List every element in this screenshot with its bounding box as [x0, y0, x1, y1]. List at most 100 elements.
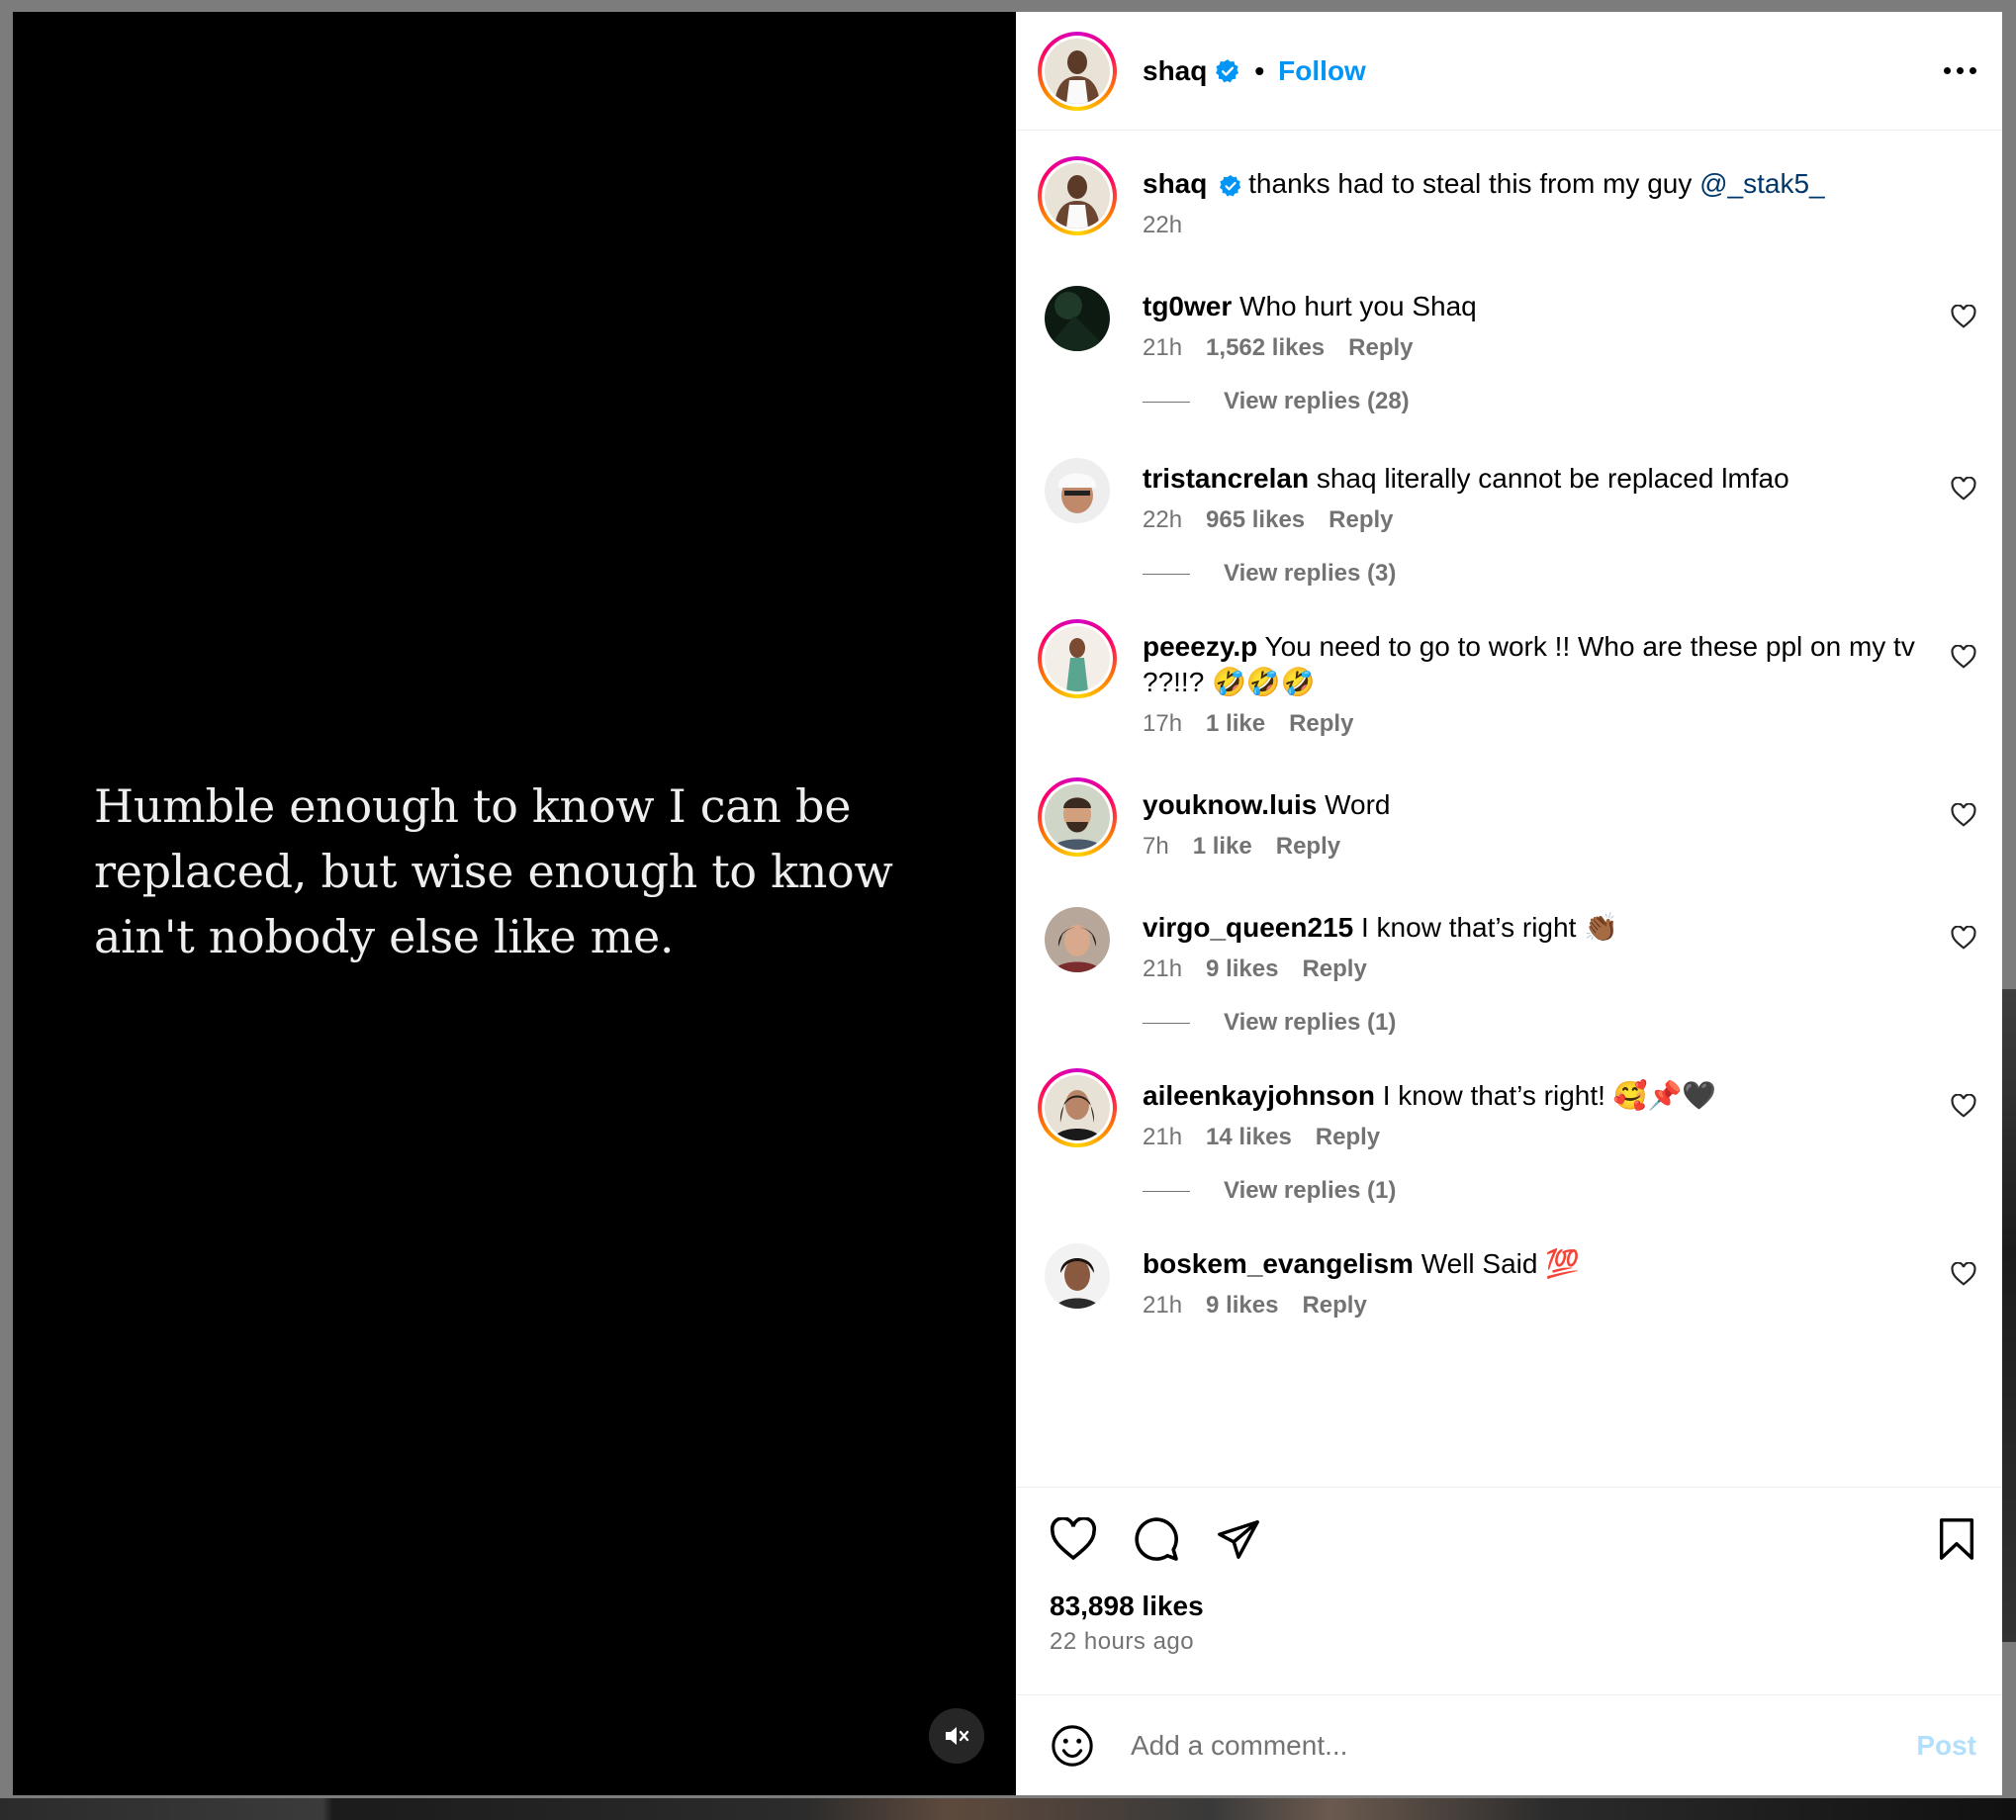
view-replies-button[interactable]: View replies (1)	[1143, 1003, 1976, 1043]
comment-reply-button[interactable]: Reply	[1302, 956, 1366, 983]
commenter-avatar[interactable]	[1038, 1068, 1117, 1147]
view-replies-label: View replies (28)	[1224, 388, 1410, 414]
comment-likes[interactable]: 14 likes	[1206, 1124, 1292, 1151]
comment-username[interactable]: aileenkayjohnson	[1143, 1080, 1375, 1111]
comment-reply-button[interactable]: Reply	[1316, 1124, 1380, 1151]
post-actions: 83,898 likes 22 hours ago	[1016, 1487, 2002, 1694]
bookmark-icon[interactable]	[1937, 1516, 1976, 1562]
author-username[interactable]: shaq	[1143, 55, 1207, 87]
post-side-panel: shaq • Follow shaq thanks had to steal t…	[1016, 12, 2002, 1795]
comment-likes[interactable]: 1 like	[1206, 710, 1265, 738]
view-replies-label: View replies (1)	[1224, 1177, 1397, 1204]
commenter-avatar[interactable]	[1045, 286, 1110, 351]
post-header: shaq • Follow	[1016, 12, 2002, 131]
comment-icon[interactable]	[1133, 1515, 1180, 1563]
commenter-avatar-image	[1045, 626, 1110, 691]
caption-row: shaq thanks had to steal this from my gu…	[1038, 156, 1976, 239]
comment-likes[interactable]: 1,562 likes	[1206, 334, 1325, 362]
comment-time[interactable]: 7h	[1143, 833, 1169, 861]
commenter-avatar[interactable]	[1038, 619, 1117, 698]
caption-mention-link[interactable]: @_stak5_	[1699, 168, 1825, 199]
commenter-avatar[interactable]	[1038, 777, 1117, 857]
commenter-avatar[interactable]	[1045, 907, 1110, 972]
commenter-avatar[interactable]	[1045, 1243, 1110, 1309]
comment-username[interactable]: tristancrelan	[1143, 463, 1309, 494]
follow-button[interactable]: Follow	[1278, 55, 1366, 87]
view-replies-button[interactable]: View replies (1)	[1143, 1171, 1976, 1211]
comment-heart-icon[interactable]	[1951, 304, 1976, 333]
comment-heart-icon[interactable]	[1951, 476, 1976, 505]
comment-heart-icon[interactable]	[1951, 925, 1976, 955]
background-feed-edge	[2002, 989, 2016, 1642]
comment-time[interactable]: 21h	[1143, 1292, 1182, 1320]
comment-reply-button[interactable]: Reply	[1289, 710, 1353, 738]
comment-row: peeezy.p You need to go to work !! Who a…	[1038, 619, 1976, 738]
caption-avatar[interactable]	[1038, 156, 1117, 235]
post-timestamp[interactable]: 22 hours ago	[1050, 1628, 1976, 1656]
comment-heart-icon[interactable]	[1951, 1093, 1976, 1123]
view-replies-button[interactable]: View replies (28)	[1143, 382, 1976, 421]
verified-badge-icon	[1219, 174, 1242, 198]
comment-username[interactable]: tg0wer	[1143, 291, 1232, 321]
comment-likes[interactable]: 965 likes	[1206, 506, 1305, 534]
comments-list[interactable]: shaq thanks had to steal this from my gu…	[1016, 131, 2002, 1487]
comment-text: Who hurt you Shaq	[1239, 291, 1477, 321]
view-replies-label: View replies (3)	[1224, 560, 1397, 587]
comment-row: virgo_queen215 I know that’s right 👏🏾 21…	[1038, 900, 1976, 983]
commenter-avatar-image	[1045, 1075, 1110, 1140]
comment-composer: Post	[1016, 1694, 2002, 1795]
comment-heart-icon[interactable]	[1951, 802, 1976, 832]
comment-time[interactable]: 21h	[1143, 956, 1182, 983]
comment-reply-button[interactable]: Reply	[1302, 1292, 1366, 1320]
comment-reply-button[interactable]: Reply	[1276, 833, 1340, 861]
author-avatar[interactable]	[1038, 31, 1117, 111]
comment-row: boskem_evangelism Well Said 💯 21h 9 like…	[1038, 1236, 1976, 1320]
comment-text: Well Said 💯	[1420, 1248, 1581, 1279]
comment-row: tristancrelan shaq literally cannot be r…	[1038, 451, 1976, 534]
comment-likes[interactable]: 1 like	[1193, 833, 1252, 861]
mute-button[interactable]	[929, 1708, 984, 1764]
commenter-avatar[interactable]	[1045, 458, 1110, 523]
heart-icon[interactable]	[1050, 1517, 1097, 1561]
likes-count[interactable]: 83,898 likes	[1050, 1591, 1976, 1622]
comment-time[interactable]: 21h	[1143, 1124, 1182, 1151]
post-comment-button[interactable]: Post	[1916, 1730, 1976, 1762]
background-feed-strip	[0, 1798, 2016, 1820]
caption-time[interactable]: 22h	[1143, 212, 1182, 239]
author-avatar-image	[1045, 38, 1110, 104]
caption-username[interactable]: shaq	[1143, 168, 1207, 199]
comment-row: tg0wer Who hurt you Shaq 21h 1,562 likes…	[1038, 279, 1976, 362]
emoji-icon[interactable]	[1050, 1723, 1095, 1769]
comment-time[interactable]: 17h	[1143, 710, 1182, 738]
view-replies-label: View replies (1)	[1224, 1009, 1397, 1036]
post-modal: Humble enough to know I can be replaced,…	[13, 12, 2002, 1795]
comment-text: Word	[1325, 789, 1391, 820]
more-options-icon[interactable]	[1944, 67, 1976, 74]
post-media[interactable]: Humble enough to know I can be replaced,…	[13, 12, 1016, 1795]
comment-input[interactable]	[1129, 1728, 1917, 1763]
media-quote-text: Humble enough to know I can be replaced,…	[94, 779, 893, 963]
comment-row: aileenkayjohnson I know that’s right! 🥰📌…	[1038, 1068, 1976, 1151]
comment-time[interactable]: 22h	[1143, 506, 1182, 534]
caption-avatar-image	[1045, 163, 1110, 228]
comment-reply-button[interactable]: Reply	[1348, 334, 1413, 362]
comment-username[interactable]: virgo_queen215	[1143, 912, 1353, 943]
caption-text: thanks had to steal this from my guy	[1248, 168, 1700, 199]
verified-badge-icon	[1215, 58, 1240, 84]
share-icon[interactable]	[1216, 1516, 1261, 1562]
view-replies-button[interactable]: View replies (3)	[1143, 554, 1976, 593]
comment-username[interactable]: youknow.luis	[1143, 789, 1317, 820]
comment-username[interactable]: boskem_evangelism	[1143, 1248, 1414, 1279]
comment-heart-icon[interactable]	[1951, 644, 1976, 674]
commenter-avatar-image	[1045, 784, 1110, 850]
mute-icon	[946, 1727, 969, 1745]
comment-row: youknow.luis Word 7h 1 like Reply	[1038, 777, 1976, 861]
comment-text: I know that’s right 👏🏾	[1360, 912, 1618, 943]
header-separator: •	[1254, 54, 1265, 86]
comment-heart-icon[interactable]	[1951, 1261, 1976, 1291]
comment-likes[interactable]: 9 likes	[1206, 1292, 1278, 1320]
comment-likes[interactable]: 9 likes	[1206, 956, 1278, 983]
comment-reply-button[interactable]: Reply	[1329, 506, 1393, 534]
comment-time[interactable]: 21h	[1143, 334, 1182, 362]
comment-username[interactable]: peeezy.p	[1143, 631, 1257, 662]
